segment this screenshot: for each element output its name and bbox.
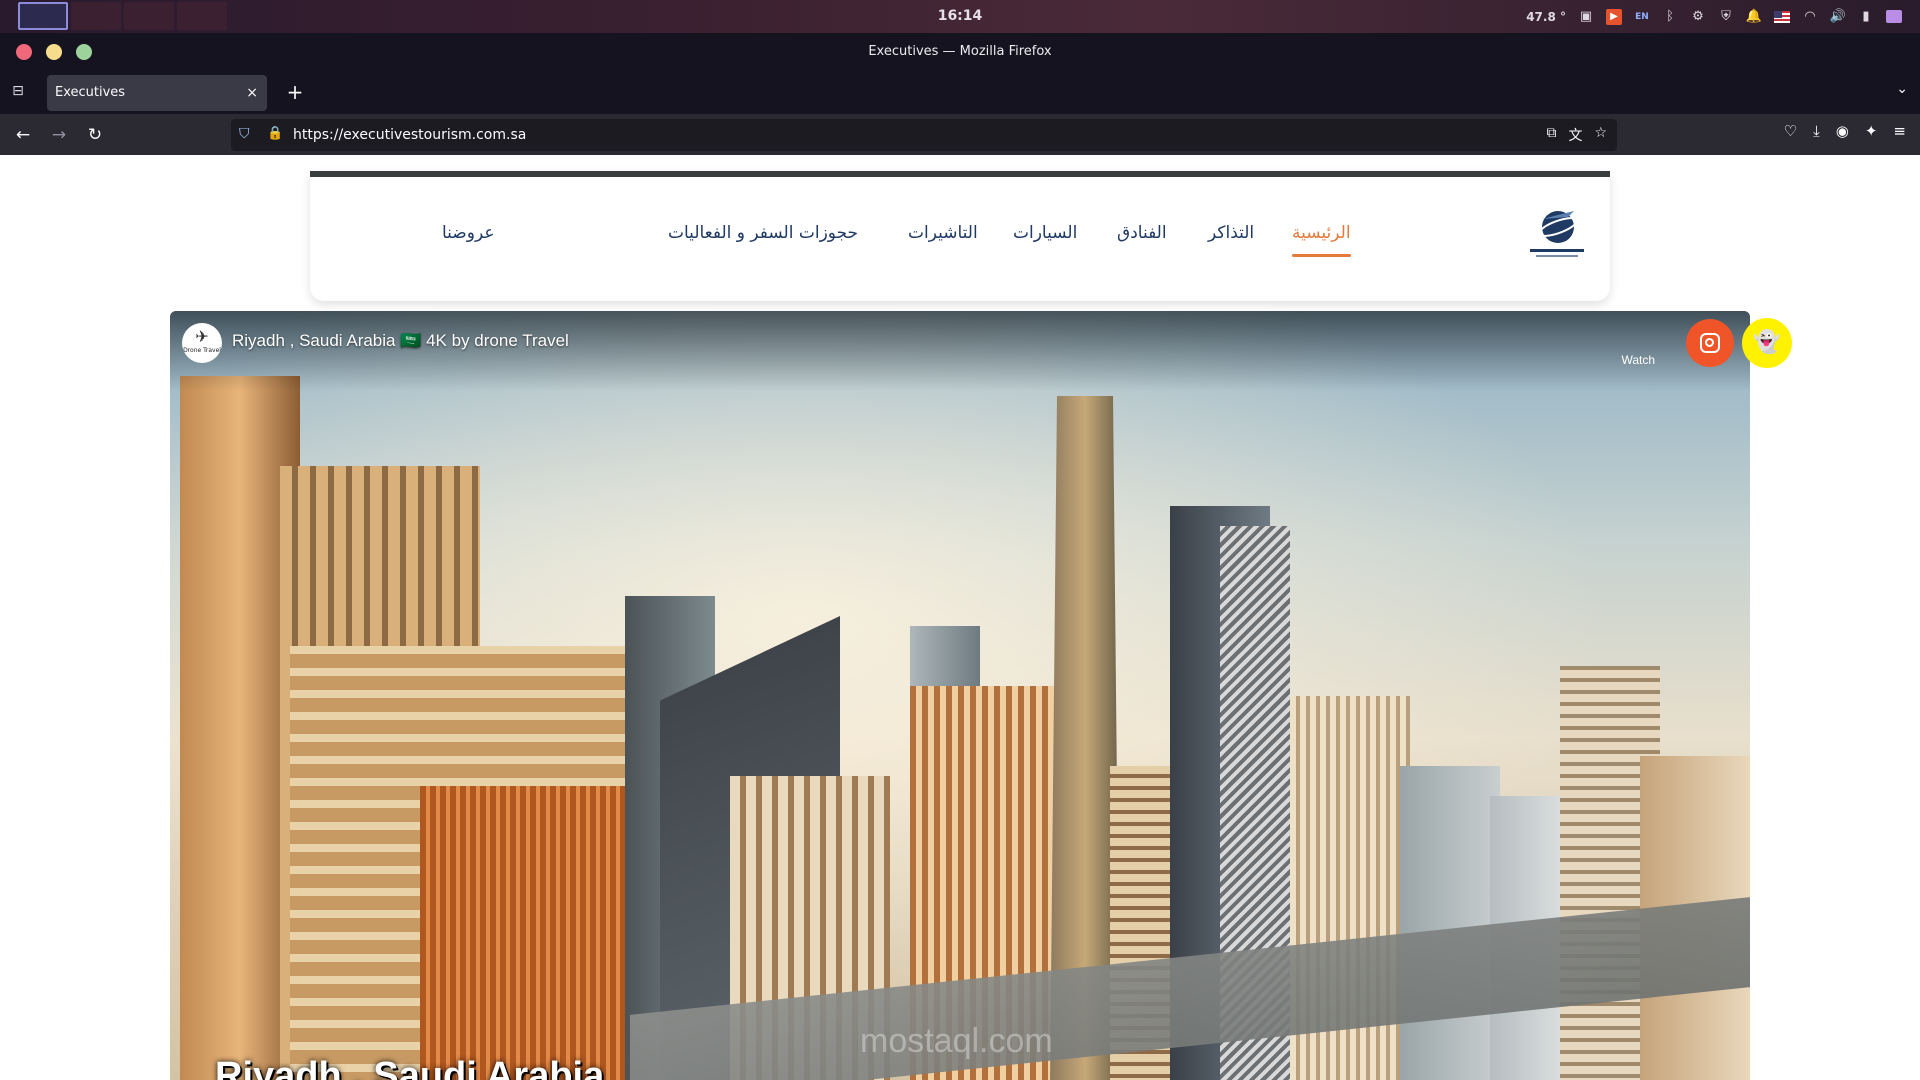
tracking-protection-icon[interactable]: ⛉: [239, 126, 250, 142]
os-top-bar: 16:14 47.8 ° ▣ ▶ EN ᛒ ⚙ ⛨ 🔔 ◠ 🔊 ▮: [0, 0, 1920, 33]
nav-offers[interactable]: عروضنا: [442, 215, 494, 251]
nav-hotels[interactable]: الفنادق: [1117, 215, 1167, 251]
tab-label: Executives: [55, 85, 126, 100]
tray-app-icon[interactable]: ⚙: [1690, 9, 1706, 25]
instagram-icon: [1700, 333, 1720, 353]
window-titlebar: Executives — Mozilla Firefox: [0, 33, 1920, 71]
back-icon[interactable]: ←: [10, 122, 36, 148]
new-tab-button[interactable]: +: [282, 79, 308, 105]
nav-tickets[interactable]: التذاكر: [1208, 215, 1254, 251]
close-tab-icon[interactable]: ×: [246, 75, 258, 111]
account-icon[interactable]: ◉: [1836, 122, 1849, 140]
pocket-icon[interactable]: ♡: [1784, 122, 1797, 140]
window-title: Executives — Mozilla Firefox: [868, 44, 1052, 59]
lock-icon[interactable]: 🔒: [267, 126, 283, 141]
keyboard-layout-indicator[interactable]: EN: [1634, 9, 1650, 25]
navigation-toolbar: ← → ↻ ⛉ 🔒 https://executivestourism.com.…: [0, 114, 1920, 155]
video-title[interactable]: Riyadh , Saudi Arabia 🇸🇦 4K by drone Tra…: [232, 331, 569, 351]
skyline-building: [1400, 766, 1500, 1080]
system-tray: 47.8 ° ▣ ▶ EN ᛒ ⚙ ⛨ 🔔 ◠ 🔊 ▮: [1526, 0, 1902, 33]
folder-icon[interactable]: [1886, 9, 1902, 25]
extensions-icon[interactable]: ✦: [1865, 122, 1878, 140]
picture-in-picture-icon[interactable]: ⧉: [1546, 125, 1556, 145]
nav-visas[interactable]: التاشيرات: [908, 215, 978, 251]
translate-icon[interactable]: 文: [1568, 125, 1582, 145]
downloads-icon[interactable]: ⤓: [1813, 122, 1820, 140]
bookmark-star-icon[interactable]: ☆: [1594, 125, 1607, 145]
list-all-tabs-icon[interactable]: ⌄: [1896, 81, 1908, 97]
bluetooth-icon[interactable]: ᛒ: [1662, 9, 1678, 25]
instagram-button[interactable]: [1686, 319, 1734, 367]
screenshot-icon[interactable]: ▣: [1578, 9, 1594, 25]
web-page: الرئيسية التذاكر الفنادق السيارات التاشي…: [0, 155, 1920, 1080]
video-channel-avatar[interactable]: Drone Travel: [182, 323, 222, 363]
volume-icon[interactable]: 🔊: [1830, 9, 1846, 25]
tab-executives[interactable]: Executives ×: [47, 75, 267, 111]
nav-cars[interactable]: السيارات: [1013, 215, 1077, 251]
wifi-icon[interactable]: ◠: [1802, 9, 1818, 25]
site-header: الرئيسية التذاكر الفنادق السيارات التاشي…: [310, 171, 1610, 301]
hero-video[interactable]: Drone Travel Riyadh , Saudi Arabia 🇸🇦 4K…: [170, 311, 1750, 1080]
snapchat-button[interactable]: 👻: [1742, 318, 1792, 368]
tab-bar: ⊟ Executives × + ⌄: [0, 71, 1920, 114]
snapchat-icon: 👻: [1753, 330, 1781, 355]
bell-icon[interactable]: 🔔: [1746, 9, 1762, 25]
executives-logo-icon[interactable]: [1522, 205, 1592, 265]
language-flag-icon[interactable]: [1774, 9, 1790, 25]
nav-travel-events[interactable]: حجوزات السفر و الفعاليات: [668, 215, 858, 251]
watermark-text: mostaql.com: [860, 1022, 1053, 1060]
toolbar-buttons: ♡ ⤓ ◉ ✦ ≡: [1784, 122, 1906, 140]
battery-icon[interactable]: ▮: [1858, 9, 1874, 25]
forward-icon[interactable]: →: [46, 122, 72, 148]
tab-overview-icon[interactable]: ⊟: [10, 83, 26, 99]
temperature-readout[interactable]: 47.8 °: [1526, 10, 1566, 24]
nav-home[interactable]: الرئيسية: [1292, 215, 1351, 257]
video-caption: Riyadh , Saudi Arabia: [215, 1055, 605, 1080]
app-indicator-icon[interactable]: ▶: [1606, 8, 1622, 25]
shield-tray-icon[interactable]: ⛨: [1718, 9, 1734, 25]
menu-icon[interactable]: ≡: [1893, 122, 1906, 140]
reload-icon[interactable]: ↻: [82, 122, 108, 148]
url-text[interactable]: https://executivestourism.com.sa: [293, 119, 526, 151]
watch-later-label[interactable]: Watch: [1621, 353, 1655, 367]
url-bar[interactable]: ⛉ 🔒 https://executivestourism.com.sa ⧉ 文…: [231, 119, 1617, 151]
